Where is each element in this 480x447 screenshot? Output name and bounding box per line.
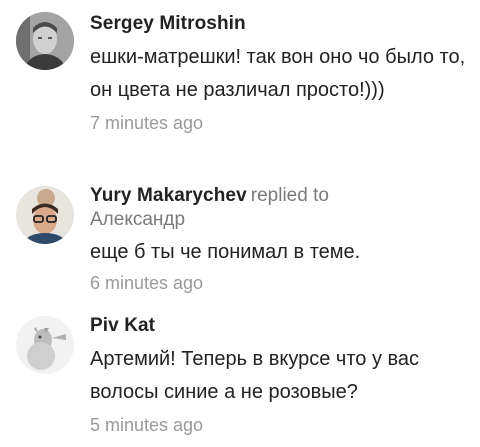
comment-text: еще б ты че понимал в теме.: [90, 241, 361, 263]
author-name[interactable]: Sergey Mitroshin: [90, 13, 246, 34]
user-photo-icon: [16, 316, 74, 374]
comment-text: Артемий! Теперь в вкурсе что у вас волос…: [90, 348, 420, 403]
comment-text: ешки-матрешки! так вон оно чо было то, о…: [90, 46, 466, 101]
author-name[interactable]: Piv Kat: [90, 315, 155, 336]
reply-target-link[interactable]: Александр: [90, 209, 470, 231]
avatar[interactable]: [16, 316, 74, 374]
avatar[interactable]: [16, 186, 74, 244]
user-photo-icon: [16, 186, 74, 244]
comment-timestamp[interactable]: 5 minutes ago: [90, 414, 470, 436]
author-name[interactable]: Yury Makarychev: [90, 185, 247, 206]
author-line: Yury Makarychev replied to: [90, 184, 470, 208]
author-line: Piv Kat: [90, 314, 470, 338]
replied-to-label: replied to: [250, 185, 329, 206]
user-photo-icon: [16, 12, 74, 70]
author-line: Sergey Mitroshin: [90, 12, 470, 36]
avatar[interactable]: [16, 12, 74, 70]
comment-timestamp[interactable]: 6 minutes ago: [90, 272, 470, 294]
comment-timestamp[interactable]: 7 minutes ago: [90, 112, 470, 134]
